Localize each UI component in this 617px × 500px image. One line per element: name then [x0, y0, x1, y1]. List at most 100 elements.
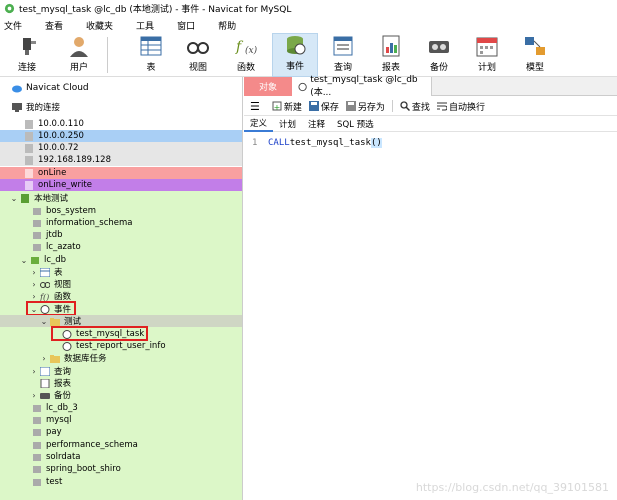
highlight-box-task	[51, 326, 148, 341]
tab-definition[interactable]: 定义	[244, 116, 274, 132]
connect-button[interactable]: 连接	[4, 33, 50, 77]
server-icon	[25, 155, 33, 165]
db-lc-azato[interactable]: lc_azato	[0, 241, 242, 253]
event-button[interactable]: 事件	[272, 33, 318, 77]
event-icon	[287, 36, 306, 55]
db-solrdata[interactable]: solrdata	[0, 451, 242, 463]
node-views[interactable]: › 视图	[0, 278, 242, 291]
db-mysql[interactable]: mysql	[0, 414, 242, 426]
connection-local-test[interactable]: ⌄ 本地测试	[0, 192, 242, 204]
editor-tabs: 定义 计划 注释 SQL 预选	[244, 116, 617, 132]
menu-tools[interactable]: 工具	[136, 19, 154, 32]
chevron-down-icon[interactable]: ⌄	[40, 317, 48, 326]
autowrap-button[interactable]: 自动换行	[436, 100, 485, 113]
chevron-right-icon[interactable]: ›	[30, 292, 38, 301]
database-icon	[33, 231, 41, 239]
report-button[interactable]: 报表	[368, 33, 414, 77]
menu-window[interactable]: 窗口	[177, 19, 195, 32]
view-button[interactable]: 视图	[175, 33, 221, 77]
db-lc-db[interactable]: ⌄ lc_db	[0, 254, 242, 266]
highlight-box-events	[26, 301, 76, 316]
node-queries[interactable]: › 查询	[0, 365, 242, 377]
sql-procedure-name: test_mysql_task	[289, 138, 371, 148]
menu-view[interactable]: 查看	[45, 19, 63, 32]
connection-192-168-189-128[interactable]: 192.168.189.128	[0, 154, 242, 166]
connection-online-write[interactable]: onLine_write	[0, 179, 242, 191]
database-icon	[33, 243, 41, 251]
model-button[interactable]: 模型	[512, 33, 558, 77]
table-icon	[40, 267, 50, 277]
chevron-right-icon[interactable]: ›	[30, 268, 38, 277]
db-pay[interactable]: pay	[0, 426, 242, 438]
sql-editor[interactable]: 1 CALL test_mysql_task ()	[244, 133, 617, 500]
connection-10-0-0-110[interactable]: 10.0.0.110	[0, 118, 242, 130]
tab-objects[interactable]: 对象	[244, 77, 292, 96]
model-label: 模型	[525, 63, 544, 73]
connection-10-0-0-72[interactable]: 10.0.0.72	[0, 142, 242, 154]
server-icon	[25, 119, 33, 129]
table-button[interactable]: 表	[128, 33, 174, 77]
event-label: 事件	[285, 62, 304, 72]
backup-label: 备份	[429, 63, 448, 73]
autowrap-label: 自动换行	[448, 102, 485, 113]
db-performance-schema[interactable]: performance_schema	[0, 439, 242, 451]
backup-button[interactable]: 备份	[416, 33, 462, 77]
find-button[interactable]: 查找	[400, 100, 430, 113]
chevron-right-icon[interactable]: ›	[30, 367, 38, 376]
save-as-button[interactable]: 另存为	[345, 100, 385, 113]
menu-file[interactable]: 文件	[4, 19, 22, 32]
node-label: 视图	[54, 280, 72, 290]
chevron-right-icon[interactable]: ›	[30, 391, 38, 400]
function-button[interactable]: f (x) 函数	[223, 33, 269, 77]
db-lc-db-3[interactable]: lc_db_3	[0, 402, 242, 414]
new-label: 新建	[283, 102, 302, 113]
connection-label: onLine	[38, 168, 67, 178]
event-test-report-user-info[interactable]: test_report_user_info	[0, 340, 242, 352]
db-label: bos_system	[46, 206, 97, 216]
database-icon	[33, 404, 41, 412]
menu-help[interactable]: 帮助	[218, 19, 236, 32]
query-icon	[40, 366, 50, 376]
tab-schedule[interactable]: 计划	[273, 117, 302, 132]
tab-comment[interactable]: 注释	[302, 117, 331, 132]
database-icon	[33, 453, 41, 461]
db-spring-boot-shiro[interactable]: spring_boot_shiro	[0, 463, 242, 475]
svg-text:(x): (x)	[245, 45, 258, 56]
table-label: 表	[146, 63, 156, 73]
connection-tree-panel: Navicat Cloud 我的连接 10.0.0.110 10.0.0.250…	[0, 77, 243, 500]
db-label: lc_azato	[46, 242, 81, 252]
navicat-cloud[interactable]: Navicat Cloud	[0, 81, 242, 95]
word-wrap-icon	[436, 102, 447, 111]
node-tables[interactable]: › 表	[0, 266, 242, 278]
db-jtdb[interactable]: jtdb	[0, 229, 242, 241]
chevron-down-icon[interactable]: ⌄	[20, 256, 28, 265]
database-icon	[31, 256, 39, 264]
tab-current-event[interactable]: test_mysql_task @lc_db (本...	[292, 75, 432, 98]
server-icon	[21, 193, 29, 203]
new-button[interactable]: + 新建	[272, 100, 302, 113]
node-reports[interactable]: 报表	[0, 377, 242, 389]
my-connections[interactable]: 我的连接	[0, 101, 242, 113]
save-button[interactable]: 保存	[308, 100, 339, 113]
chevron-right-icon[interactable]: ›	[40, 354, 48, 363]
folder-db-tasks[interactable]: › 数据库任务	[0, 352, 242, 365]
node-backups[interactable]: › 备份	[0, 389, 242, 402]
menu-icon[interactable]: ☰	[250, 100, 260, 113]
line-number: 1	[252, 138, 258, 148]
menu-favorites[interactable]: 收藏夹	[86, 19, 113, 32]
chevron-down-icon[interactable]: ⌄	[10, 194, 18, 203]
event-label: test_report_user_info	[76, 341, 166, 351]
tab-bar: 对象 test_mysql_task @lc_db (本...	[244, 75, 617, 98]
db-bos-system[interactable]: bos_system	[0, 205, 242, 217]
database-icon	[33, 478, 41, 486]
db-test[interactable]: test	[0, 476, 242, 488]
connection-online[interactable]: onLine	[0, 167, 242, 179]
db-label: pay	[46, 427, 62, 437]
db-information-schema[interactable]: information_schema	[0, 217, 242, 229]
query-button[interactable]: 查询	[320, 33, 366, 77]
user-button[interactable]: 用户	[56, 33, 102, 77]
chevron-right-icon[interactable]: ›	[30, 280, 38, 289]
tab-sql-preview[interactable]: SQL 预选	[331, 117, 380, 132]
schedule-button[interactable]: 计划	[464, 33, 510, 77]
connection-10-0-0-250[interactable]: 10.0.0.250	[0, 130, 242, 142]
